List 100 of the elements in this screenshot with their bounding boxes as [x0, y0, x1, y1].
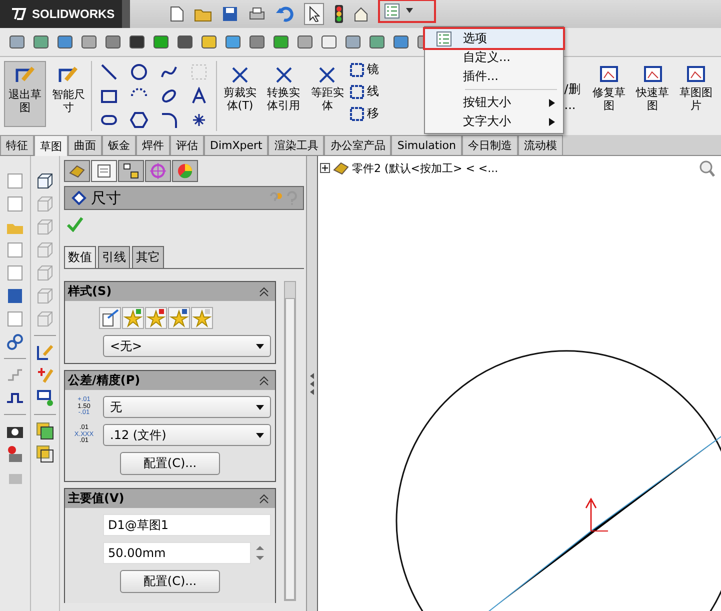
ribbon-button[interactable]: 等距实体	[306, 61, 348, 116]
toolbar-icon[interactable]	[320, 33, 338, 51]
ribbon-label[interactable]: 镜	[367, 61, 380, 78]
ribbon-label[interactable]: 线	[367, 83, 380, 100]
command-tab[interactable]: 焊件	[136, 135, 170, 155]
toolbar-icon[interactable]	[80, 33, 98, 51]
value-tab[interactable]: 数值	[64, 246, 96, 268]
link-icon[interactable]	[6, 333, 24, 351]
rectangle-icon[interactable]	[100, 87, 118, 105]
ellipse-icon[interactable]	[160, 87, 178, 105]
toolbar-icon[interactable]	[344, 33, 362, 51]
collapse-icon[interactable]	[259, 286, 269, 296]
toolbar-icon[interactable]	[224, 33, 242, 51]
new-document-icon[interactable]	[170, 6, 184, 22]
ribbon-button[interactable]: 剪裁实体(T)	[219, 61, 261, 116]
toolbar-icon[interactable]	[176, 33, 194, 51]
ribbon-button[interactable]: 修复草图	[588, 61, 630, 116]
dimension-value-field[interactable]: 50.00mm	[103, 542, 251, 564]
config-button[interactable]: 配置(C)...	[120, 452, 220, 475]
ribbon-label[interactable]: ...	[564, 98, 586, 112]
save-icon[interactable]	[6, 287, 24, 305]
tree-item[interactable]: 零件2 (默认<按加工> < <...	[352, 160, 498, 176]
layered-squares-icon[interactable]	[36, 422, 54, 440]
text-a-icon[interactable]	[190, 87, 208, 105]
print-icon[interactable]	[248, 6, 266, 22]
zoom-icon[interactable]	[699, 160, 715, 178]
dimension-name-field[interactable]: D1@草图1	[103, 514, 271, 536]
ribbon-button[interactable]: 退出草图	[4, 61, 46, 127]
scrollbar[interactable]	[284, 281, 296, 601]
toolbar-icon[interactable]	[368, 33, 386, 51]
collapse-icon[interactable]	[259, 376, 269, 386]
command-tab[interactable]: 流动模	[518, 135, 563, 155]
collapse-arrows-icon[interactable]	[310, 372, 314, 396]
value-tab[interactable]: 其它	[132, 246, 164, 268]
menu-item[interactable]: 按钮大小	[425, 93, 563, 112]
star-icon[interactable]	[168, 307, 190, 329]
config-button[interactable]: 配置(C)...	[120, 570, 220, 593]
command-tab[interactable]: Simulation	[391, 135, 462, 155]
star-icon[interactable]	[145, 307, 167, 329]
document-icon[interactable]	[6, 195, 24, 213]
star-icon[interactable]	[191, 307, 213, 329]
ribbon-label[interactable]: 移	[367, 105, 380, 122]
toolbar-icon[interactable]	[272, 33, 290, 51]
ribbon-button[interactable]: 草图图片	[675, 61, 717, 116]
document-icon[interactable]	[6, 172, 24, 190]
ribbon-button[interactable]: 快速草图	[632, 61, 674, 116]
sketch-tool-icon[interactable]	[350, 62, 364, 76]
ribbon-button[interactable]: 智能尺寸	[48, 61, 90, 118]
value-tab[interactable]: 引线	[98, 246, 130, 268]
toolbar-icon[interactable]	[248, 33, 266, 51]
sketch-pencil-icon[interactable]	[36, 343, 54, 361]
cube-icon[interactable]	[36, 172, 54, 190]
command-tab[interactable]: 钣金	[102, 135, 136, 155]
polygon-icon[interactable]	[130, 111, 148, 129]
save-icon[interactable]	[222, 6, 238, 22]
ribbon-button[interactable]: 转换实体引用	[262, 61, 304, 116]
sketch-tool-icon[interactable]	[350, 106, 364, 120]
layered-squares-icon[interactable]	[36, 445, 54, 463]
panel-tab[interactable]	[118, 160, 144, 182]
command-tab[interactable]: 办公室产品	[324, 135, 392, 155]
line-icon[interactable]	[100, 63, 118, 81]
menu-item[interactable]: 插件...	[425, 67, 563, 86]
document-icon[interactable]	[6, 264, 24, 282]
panel-tab[interactable]	[91, 160, 117, 182]
toolbar-icon[interactable]	[56, 33, 74, 51]
style-dropdown[interactable]: <无>	[103, 335, 271, 357]
traffic-light-icon[interactable]	[334, 5, 344, 23]
sketch-tool-icon[interactable]	[350, 84, 364, 98]
house-icon[interactable]	[354, 6, 368, 22]
options-list-icon[interactable]	[384, 3, 400, 19]
command-tab[interactable]: 特征	[0, 135, 34, 155]
command-tab[interactable]: 渲染工具	[268, 135, 324, 155]
star-icon[interactable]	[122, 307, 144, 329]
toolbar-icon[interactable]	[8, 33, 26, 51]
precision-dropdown[interactable]: .12 (文件)	[103, 424, 271, 446]
command-tab[interactable]: DimXpert	[204, 135, 268, 155]
toolbar-icon[interactable]	[104, 33, 122, 51]
toolbar-icon[interactable]	[200, 33, 218, 51]
document-icon[interactable]	[6, 241, 24, 259]
tolerance-dropdown[interactable]: 无	[103, 396, 271, 418]
graphics-area[interactable]: 零件2 (默认<按加工> < <...	[317, 156, 721, 611]
toolbar-icon[interactable]	[296, 33, 314, 51]
toolbar-icon[interactable]	[392, 33, 410, 51]
collapse-icon[interactable]	[259, 494, 269, 504]
ribbon-label[interactable]: /删	[564, 81, 586, 98]
menu-item[interactable]: 选项	[425, 29, 563, 48]
move-entities-icon[interactable]	[36, 389, 54, 407]
ok-checkmark-icon[interactable]	[66, 216, 84, 232]
command-tab[interactable]: 曲面	[68, 135, 102, 155]
document-icon[interactable]	[6, 310, 24, 328]
command-tab[interactable]: 草图	[34, 135, 68, 157]
apply-style-icon[interactable]	[99, 307, 121, 329]
undo-icon[interactable]	[276, 6, 294, 22]
fillet-icon[interactable]	[160, 111, 178, 129]
command-tab[interactable]: 评估	[170, 135, 204, 155]
add-pencil-icon[interactable]	[36, 366, 54, 384]
expand-icon[interactable]	[320, 163, 330, 173]
toolbar-icon[interactable]	[32, 33, 50, 51]
menu-item[interactable]: 自定义...	[425, 48, 563, 67]
toolbar-icon[interactable]	[128, 33, 146, 51]
